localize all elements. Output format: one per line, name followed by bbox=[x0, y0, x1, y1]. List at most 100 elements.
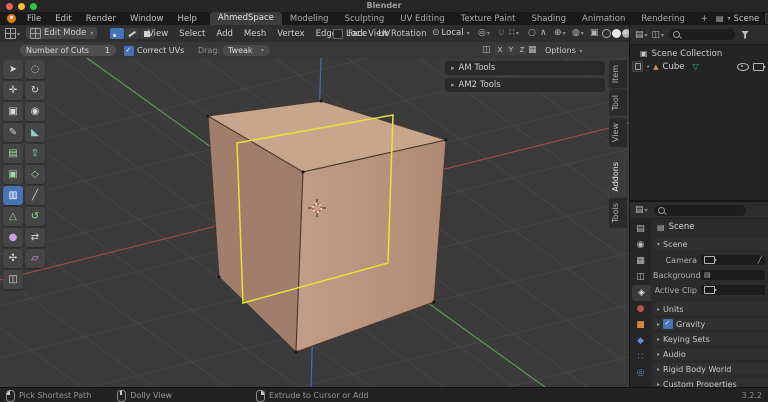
modifiers-tab[interactable]: ◆ bbox=[630, 333, 651, 349]
menu-window[interactable]: Window bbox=[123, 14, 171, 24]
filter-icon[interactable] bbox=[741, 31, 749, 39]
expand-dot-icon[interactable]: • bbox=[646, 63, 650, 71]
mirror-z-button[interactable]: Z bbox=[517, 45, 527, 55]
particles-tab[interactable]: ∷ bbox=[630, 349, 651, 365]
panel-rigid-body-world[interactable]: ▸Rigid Body World bbox=[653, 363, 768, 375]
correct-uvs-checkbox[interactable] bbox=[124, 46, 134, 57]
select-box-tool[interactable]: ➤ bbox=[3, 60, 23, 79]
scene-panel-header[interactable]: ▾ Scene bbox=[653, 238, 768, 250]
sidebar-tab-addons[interactable]: Addons bbox=[609, 157, 627, 197]
snap-magnet-toggle[interactable]: ∪ bbox=[498, 28, 505, 38]
workspace-tab-texture-paint[interactable]: Texture Paint bbox=[453, 13, 524, 25]
mirror-y-button[interactable]: Y bbox=[506, 45, 516, 55]
proportional-editing-toggle[interactable]: ○ bbox=[528, 28, 536, 38]
render-tab[interactable]: ◉ bbox=[630, 237, 651, 253]
rotate-tool[interactable]: ↻ bbox=[25, 81, 45, 100]
poly-build-tool[interactable]: △ bbox=[3, 207, 23, 226]
annotate-tool[interactable]: ✎ bbox=[3, 123, 23, 142]
shear-tool[interactable]: ▱ bbox=[25, 249, 45, 268]
workspace-tab-sculpting[interactable]: Sculpting bbox=[337, 13, 393, 25]
move-tool[interactable]: ✛ bbox=[3, 81, 23, 100]
gravity-checkbox[interactable] bbox=[663, 319, 673, 329]
workspace-tab-uv-editing[interactable]: UV Editing bbox=[392, 13, 452, 25]
knife-tool[interactable]: ╱ bbox=[25, 186, 45, 205]
sidebar-tab-item[interactable]: Item bbox=[609, 60, 627, 88]
lock-view-rotation-checkbox[interactable] bbox=[333, 29, 343, 41]
shrink-fatten-tool[interactable]: ✣ bbox=[3, 249, 23, 268]
background--field[interactable]: ▤ bbox=[701, 270, 765, 280]
disable-in-renders-toggle[interactable] bbox=[753, 63, 764, 71]
gizmos-dropdown[interactable]: ⊕▾ bbox=[554, 28, 566, 38]
options-dropdown[interactable]: Options ▾ bbox=[545, 46, 582, 55]
overlays-dropdown[interactable]: ◍▾ bbox=[572, 28, 584, 38]
extrude-region-tool[interactable]: ⇧ bbox=[25, 144, 45, 163]
output-tab[interactable]: ▦ bbox=[630, 253, 651, 269]
transform-orientation-dropdown[interactable]: ⊙ Local ▾ bbox=[432, 28, 470, 38]
display-mode-dropdown[interactable]: ▤▾ bbox=[635, 30, 648, 40]
wireframe-shading-button[interactable] bbox=[602, 29, 611, 38]
add-workspace-button[interactable]: + bbox=[693, 13, 716, 25]
sidebar-panel-am2-tools[interactable]: ▸AM2 Tools bbox=[445, 78, 605, 92]
workspace-tab-shading[interactable]: Shading bbox=[523, 13, 574, 25]
workspace-tab-rendering[interactable]: Rendering bbox=[633, 13, 692, 25]
add-cube-tool[interactable]: ▤ bbox=[3, 144, 23, 163]
sidebar-tab-tools[interactable]: Tools bbox=[609, 198, 627, 228]
edge-slide-tool[interactable]: ⇄ bbox=[25, 228, 45, 247]
panel-audio[interactable]: ▸Audio bbox=[653, 348, 768, 360]
scene-selector[interactable]: Scene bbox=[733, 14, 759, 24]
snap-settings-dropdown[interactable]: ∷▾ bbox=[509, 28, 519, 38]
workspace-tab-animation[interactable]: Animation bbox=[574, 13, 633, 25]
menu-edit[interactable]: Edit bbox=[48, 14, 78, 24]
inset-faces-tool[interactable]: ▣ bbox=[3, 165, 23, 184]
viewport-menu-mesh[interactable]: Mesh bbox=[244, 29, 266, 39]
smooth-tool[interactable]: ● bbox=[3, 228, 23, 247]
vertex-select-button[interactable] bbox=[110, 28, 124, 39]
panel-keying-sets[interactable]: ▸Keying Sets bbox=[653, 333, 768, 345]
menu-render[interactable]: Render bbox=[79, 14, 123, 24]
sidebar-panel-am-tools[interactable]: ▸AM Tools bbox=[445, 61, 605, 75]
sidebar-tab-view[interactable]: View bbox=[609, 118, 627, 147]
active-clip-field[interactable] bbox=[701, 285, 765, 295]
3d-viewport[interactable]: ➤◌✛↻▣◉✎◣▤⇧▣◇▥╱△↺●⇄✣▱◫ ▸AM Tools ▸AM2 Too… bbox=[0, 58, 629, 387]
viewport-menu-view[interactable]: View bbox=[148, 29, 168, 39]
properties-search-input[interactable] bbox=[654, 205, 746, 216]
viewport-menu-add[interactable]: Add bbox=[216, 29, 232, 39]
cube-object-row[interactable]: • ▲ Cube ▽ bbox=[630, 60, 768, 73]
rip-region-tool[interactable]: ◫ bbox=[3, 270, 23, 289]
cube-mesh[interactable] bbox=[208, 101, 446, 352]
snap-symmetry-button[interactable]: ▦ bbox=[528, 45, 537, 55]
proportional-falloff-dropdown[interactable]: ∧ bbox=[540, 28, 547, 38]
drag-mode-dropdown[interactable]: Tweak ▾ bbox=[222, 45, 270, 56]
spin-tool[interactable]: ↺ bbox=[25, 207, 45, 226]
scale-tool[interactable]: ▣ bbox=[3, 102, 23, 121]
edge-select-button[interactable] bbox=[125, 28, 139, 39]
sidebar-tab-tool[interactable]: Tool bbox=[609, 90, 627, 116]
physics-tab[interactable]: ◎ bbox=[630, 365, 651, 381]
pivot-point-dropdown[interactable]: ◎▾ bbox=[478, 28, 490, 38]
tool-tab[interactable]: ▤ bbox=[630, 221, 651, 237]
transform-tool[interactable]: ◉ bbox=[25, 102, 45, 121]
world-tab[interactable]: ● bbox=[630, 301, 651, 317]
panel-gravity[interactable]: ▸Gravity bbox=[653, 318, 768, 330]
viewport-menu-select[interactable]: Select bbox=[179, 29, 205, 39]
scene-tab[interactable]: ◈ bbox=[632, 285, 651, 301]
solid-shading-button[interactable] bbox=[612, 29, 621, 38]
mirror-x-button[interactable]: X bbox=[495, 45, 505, 55]
panel-units[interactable]: ▸Units bbox=[653, 303, 768, 315]
workspace-tab-modeling[interactable]: Modeling bbox=[282, 13, 337, 25]
exclude-checkbox[interactable] bbox=[632, 61, 643, 72]
outliner-search-input[interactable] bbox=[669, 29, 735, 40]
viewport-menu-vertex[interactable]: Vertex bbox=[277, 29, 304, 39]
filter-objects-dropdown[interactable]: ◫▾ bbox=[652, 30, 665, 40]
cursor-tool[interactable]: ◌ bbox=[25, 60, 45, 79]
camera-field[interactable]: ╱ bbox=[701, 255, 765, 265]
menu-help[interactable]: Help bbox=[170, 14, 203, 24]
hide-in-viewport-toggle[interactable] bbox=[737, 63, 749, 71]
properties-editor-type-button[interactable]: ▤▾ bbox=[635, 205, 648, 215]
mode-dropdown[interactable]: Edit Mode ▾ bbox=[26, 27, 97, 39]
editor-type-button[interactable]: ▾ bbox=[5, 28, 20, 39]
eyedropper-icon[interactable]: ╱ bbox=[758, 256, 762, 264]
scene-collection-row[interactable]: ▣ Scene Collection bbox=[630, 47, 768, 60]
bevel-tool[interactable]: ◇ bbox=[25, 165, 45, 184]
menu-file[interactable]: File bbox=[20, 14, 48, 24]
